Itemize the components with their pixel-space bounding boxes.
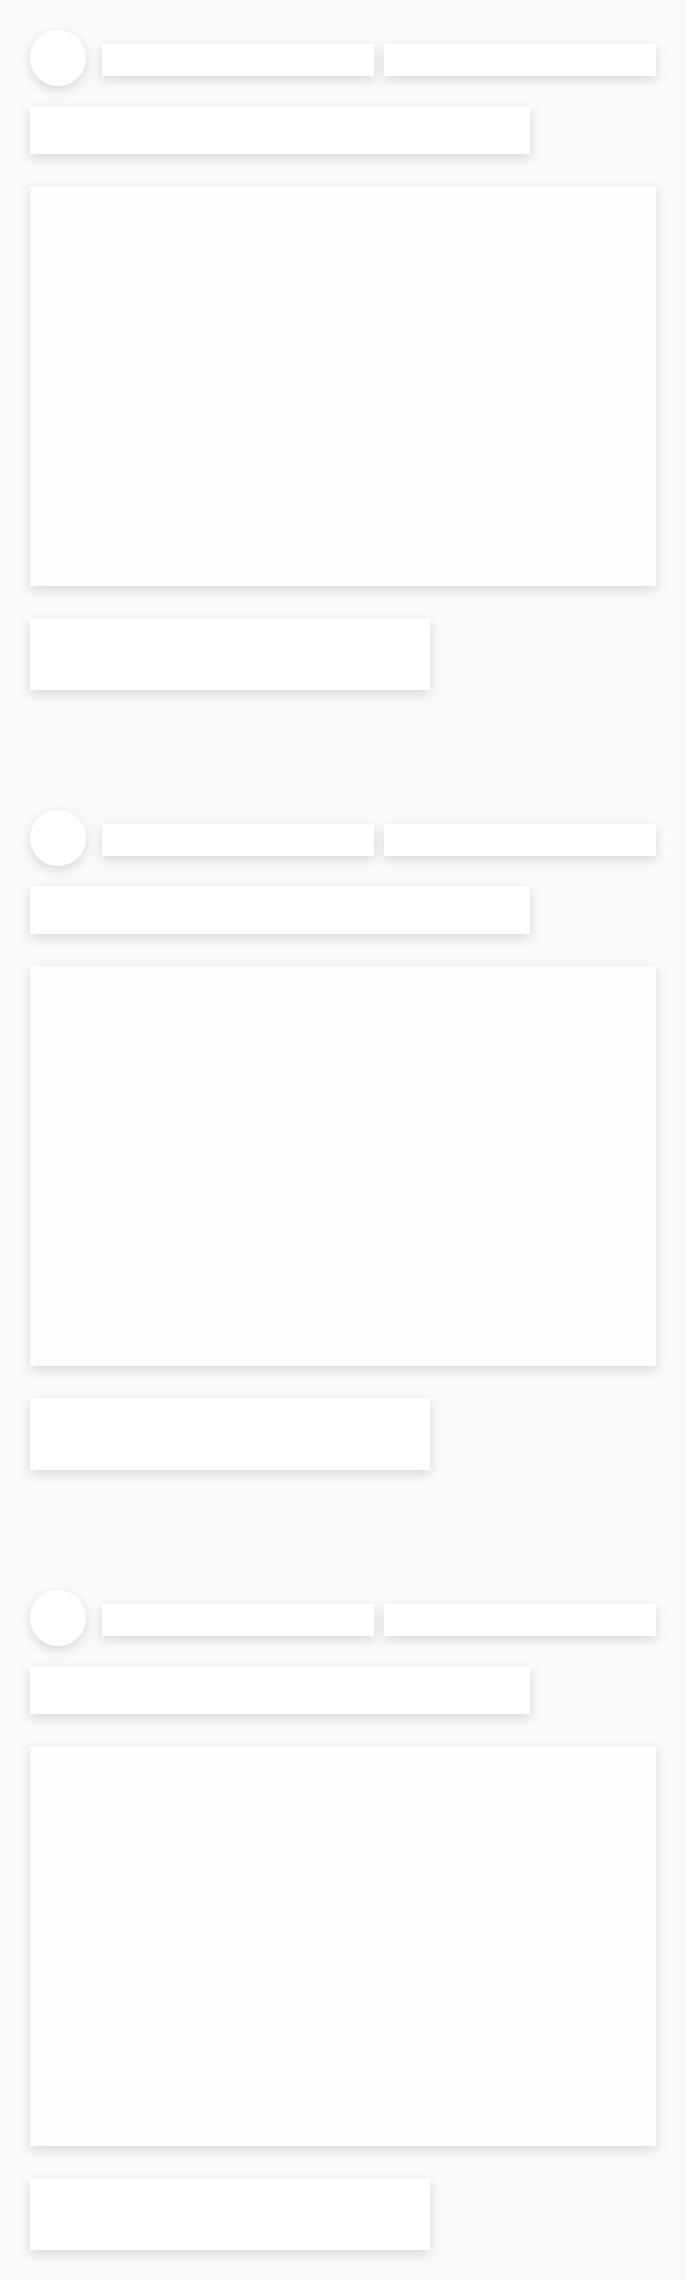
media-placeholder xyxy=(30,966,656,1366)
title-placeholder xyxy=(30,1666,530,1714)
meta-placeholder-left xyxy=(102,1604,374,1636)
avatar-placeholder xyxy=(30,30,86,86)
caption-placeholder xyxy=(30,618,430,690)
feed-card-skeleton xyxy=(0,0,686,700)
caption-placeholder xyxy=(30,2178,430,2250)
meta-placeholder-right xyxy=(384,44,656,76)
title-placeholder xyxy=(30,106,530,154)
title-placeholder xyxy=(30,886,530,934)
feed-skeleton xyxy=(0,0,686,2280)
meta-placeholder-left xyxy=(102,44,374,76)
avatar-placeholder xyxy=(30,1590,86,1646)
feed-card-skeleton xyxy=(0,780,686,1480)
meta-placeholder-right xyxy=(384,1604,656,1636)
meta-placeholder-right xyxy=(384,824,656,856)
media-placeholder xyxy=(30,1746,656,2146)
caption-placeholder xyxy=(30,1398,430,1470)
meta-placeholder-left xyxy=(102,824,374,856)
media-placeholder xyxy=(30,186,656,586)
avatar-placeholder xyxy=(30,810,86,866)
feed-card-skeleton xyxy=(0,1560,686,2260)
